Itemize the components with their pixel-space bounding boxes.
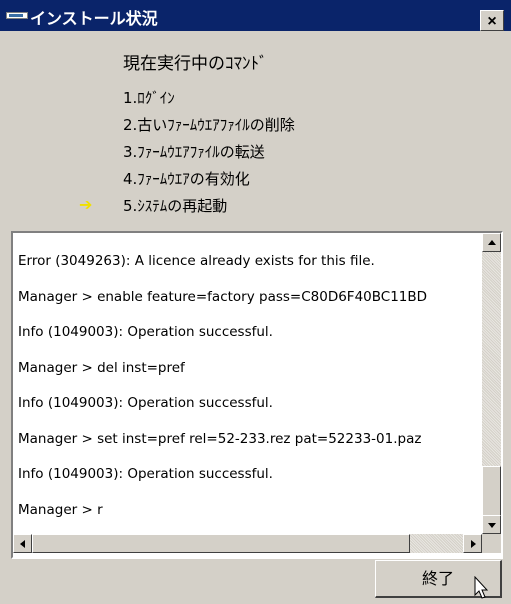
scroll-up-button[interactable] — [482, 233, 501, 252]
step-item-transfer-firmware: 3.ﾌｧｰﾑｳｴｱﾌｧｲﾙの転送 — [123, 143, 265, 161]
window-title: インストール状況 — [30, 9, 158, 28]
mouse-pointer-icon — [474, 576, 489, 599]
step-item-enable-firmware: 4.ﾌｧｰﾑｳｴｱの有効化 — [123, 170, 250, 188]
arrow-down-icon — [488, 523, 496, 528]
log-line: Info (1049003): Operation successful. — [18, 395, 273, 411]
horizontal-scrollbar[interactable] — [13, 534, 482, 553]
log-line: Manager > enable feature=factory pass=C8… — [18, 288, 428, 305]
scroll-down-button[interactable] — [482, 515, 501, 534]
arrow-left-icon — [20, 540, 25, 548]
log-line: Info (1049003): Operation successful. — [18, 466, 273, 482]
log-lines: Error (3049263): A licence already exist… — [18, 253, 480, 537]
vertical-scroll-thumb[interactable] — [482, 466, 501, 516]
log-output[interactable]: Error (3049263): A licence already exist… — [11, 231, 503, 559]
vertical-scrollbar[interactable] — [482, 233, 501, 534]
close-button[interactable]: × — [480, 10, 504, 31]
app-icon — [6, 12, 28, 19]
step-item-restart-system: 5.ｼｽﾃﾑの再起動 — [123, 197, 228, 215]
horizontal-scroll-thumb[interactable] — [32, 534, 410, 553]
step-item-delete-old-firmware: 2.古いﾌｧｰﾑｳｴｱﾌｧｲﾙの削除 — [123, 116, 295, 134]
current-command-heading: 現在実行中のｺﾏﾝﾄﾞ — [123, 54, 268, 74]
title-bar[interactable]: インストール状況 × — [0, 0, 511, 31]
log-line: Info (1049003): Operation successful. — [18, 324, 273, 340]
log-line: Error (3049263): A licence already exist… — [18, 253, 375, 269]
step-list: 1.ﾛｸﾞｲﾝ 2.古いﾌｧｰﾑｳｴｱﾌｧｲﾙの削除 3.ﾌｧｰﾑｳｴｱﾌｧｲﾙ… — [123, 87, 295, 222]
log-line: Manager > set inst=pref rel=52-233.rez p… — [18, 430, 422, 447]
arrow-up-icon — [488, 240, 496, 245]
scrollbar-corner — [482, 534, 501, 553]
arrow-right-icon — [471, 540, 476, 548]
current-step-arrow-icon: ➔ — [79, 195, 93, 214]
log-line: Manager > r — [18, 501, 103, 518]
log-line: Manager > del inst=pref — [18, 359, 185, 376]
install-status-dialog: インストール状況 × 現在実行中のｺﾏﾝﾄﾞ 1.ﾛｸﾞｲﾝ 2.古いﾌｧｰﾑｳ… — [0, 0, 511, 604]
scroll-left-button[interactable] — [13, 534, 32, 553]
step-item-login: 1.ﾛｸﾞｲﾝ — [123, 89, 175, 107]
scroll-right-button[interactable] — [463, 534, 482, 553]
